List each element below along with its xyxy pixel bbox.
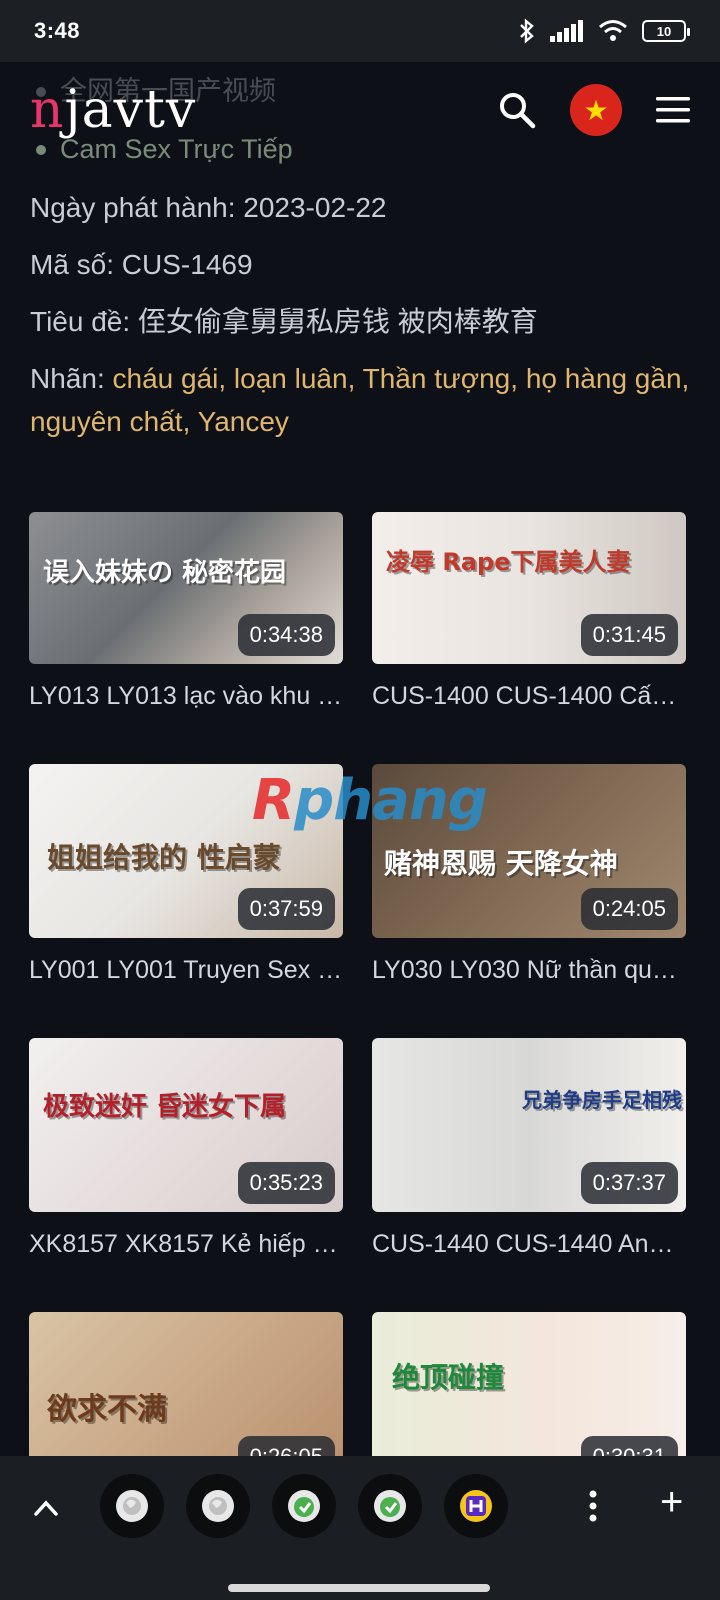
video-info: Ngày phát hành: 2023-02-22 Mã số: CUS-14…	[30, 186, 690, 457]
tags-label: Nhãn:	[30, 363, 113, 394]
h-app-icon	[460, 1490, 492, 1522]
video-card[interactable]: 凌辱 Rape下属美人妻 0:31:45 CUS-1400 CUS-1400 C…	[372, 512, 686, 711]
video-thumbnail[interactable]: 凌辱 Rape下属美人妻 0:31:45	[372, 512, 686, 664]
globe-icon	[116, 1490, 148, 1522]
video-thumbnail[interactable]: 极致迷奸 昏迷女下属 0:35:23	[29, 1038, 343, 1212]
status-time: 3:48	[34, 18, 81, 43]
thumbnail-caption: 姐姐给我的 性启蒙	[47, 841, 281, 874]
battery-indicator: 10	[642, 20, 690, 42]
video-code: Mã số: CUS-1469	[30, 249, 253, 280]
logo-prefix: n	[30, 80, 65, 140]
thumbnail-caption: 误入妹妹の 秘密花园	[43, 558, 287, 588]
thumbnail-caption: 凌辱 Rape下属美人妻	[386, 548, 631, 576]
battery-level: 10	[656, 23, 672, 39]
signal-icon	[550, 20, 583, 42]
video-duration: 0:37:59	[237, 888, 335, 930]
video-card[interactable]: 极致迷奸 昏迷女下属 0:35:23 XK8157 XK8157 Kẻ hiếp…	[29, 1038, 343, 1259]
video-thumbnail[interactable]: 兄弟争房手足相残 0:37:37	[372, 1038, 686, 1212]
chevron-up-icon[interactable]	[28, 1490, 64, 1526]
tab-strip: +	[0, 1474, 720, 1538]
thumbnail-caption: 极致迷奸 昏迷女下属	[43, 1092, 287, 1122]
tab-button[interactable]	[100, 1474, 164, 1538]
vietnam-flag-icon[interactable]: ★	[570, 84, 622, 136]
thumbnail-caption: 绝顶碰撞	[392, 1361, 505, 1394]
globe-icon	[202, 1490, 234, 1522]
thumbnail-caption: 兄弟争房手足相残	[522, 1088, 682, 1112]
video-card[interactable]: 兄弟争房手足相残 0:37:37 CUS-1440 CUS-1440 Anh e…	[372, 1038, 686, 1259]
home-indicator[interactable]	[228, 1584, 490, 1592]
site-logo[interactable]: njavtv	[30, 80, 196, 140]
video-card-title[interactable]: CUS-1400 CUS-1400 Cấp dưới	[372, 682, 686, 711]
video-thumbnail[interactable]: 误入妹妹の 秘密花园 0:34:38	[29, 512, 343, 664]
header-actions: ★	[498, 84, 690, 136]
new-tab-button[interactable]: +	[660, 1482, 683, 1522]
logo-text: javtv	[64, 80, 197, 140]
hamburger-menu-icon[interactable]	[656, 96, 690, 124]
video-card[interactable]: 误入妹妹の 秘密花园 0:34:38 LY013 LY013 lạc vào k…	[29, 512, 343, 711]
thumbnail-caption: 赌神恩赐 天降女神	[384, 847, 618, 880]
watermark-text: phang	[294, 768, 488, 833]
more-vertical-icon[interactable]	[586, 1488, 600, 1524]
video-card-title[interactable]: LY013 LY013 lạc vào khu vườn	[29, 682, 343, 711]
video-tags: Nhãn: cháu gái, loạn luân, Thần tượng, h…	[30, 357, 690, 443]
tab-button[interactable]	[358, 1474, 422, 1538]
browser-bottom-bar: +	[0, 1456, 720, 1600]
thumbnail-caption: 欲求不满	[47, 1392, 167, 1427]
video-title: Tiêu đề: 侄女偷拿舅舅私房钱 被肉棒教育	[30, 306, 538, 337]
watermark-logo: Rphang	[252, 768, 488, 833]
status-icons: 10	[518, 18, 690, 44]
video-card-title[interactable]: XK8157 XK8157 Kẻ hiếp dâm	[29, 1230, 343, 1259]
video-duration: 0:34:38	[237, 614, 335, 656]
tab-button[interactable]	[186, 1474, 250, 1538]
green-app-icon	[374, 1490, 406, 1522]
tab-button[interactable]	[444, 1474, 508, 1538]
video-duration: 0:31:45	[580, 614, 678, 656]
release-date: Ngày phát hành: 2023-02-22	[30, 192, 387, 223]
video-duration: 0:37:37	[580, 1162, 678, 1204]
green-app-icon	[288, 1490, 320, 1522]
video-duration: 0:24:05	[580, 888, 678, 930]
video-card-title[interactable]: CUS-1440 CUS-1440 Anh em	[372, 1230, 686, 1259]
watermark-initial: R	[252, 768, 295, 833]
wifi-icon	[599, 20, 627, 41]
video-card-title[interactable]: LY001 LY001 Truyen Sex chị	[29, 956, 343, 985]
tags-value[interactable]: cháu gái, loạn luân, Thần tượng, họ hàng…	[30, 363, 689, 437]
bluetooth-icon	[520, 18, 534, 44]
video-card-title[interactable]: LY030 LY030 Nữ thần quyến rũ	[372, 956, 686, 985]
search-icon[interactable]	[498, 91, 536, 129]
video-duration: 0:35:23	[237, 1162, 335, 1204]
tab-button[interactable]	[272, 1474, 336, 1538]
status-bar: 3:48 10	[0, 0, 720, 62]
